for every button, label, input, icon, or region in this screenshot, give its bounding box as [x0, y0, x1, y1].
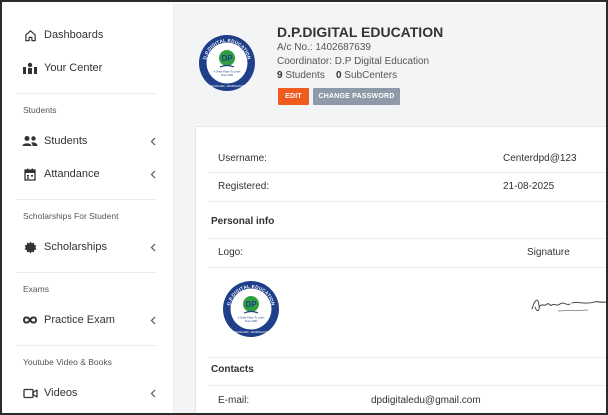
subcenters-count: 0: [335, 70, 342, 81]
sidebar-item-label: Practice Exam: [44, 314, 115, 326]
signature-image: [528, 291, 606, 319]
chevron-left-icon: [148, 136, 158, 146]
account-number: A/c No.: 1402687639: [277, 42, 371, 53]
infinity-icon: [22, 312, 38, 328]
username-value: Centerdpd@123: [503, 153, 577, 164]
section-title-exams: Exams: [23, 284, 49, 294]
divider: [208, 201, 606, 202]
subcenters-count-label: SubCenters: [344, 70, 398, 81]
main-content: D.P.DIGITAL EDUCATION DP A Great Place T…: [174, 4, 606, 413]
home-icon: [22, 27, 38, 43]
divider: [208, 385, 606, 386]
email-value: dpdigitaledu@gmail.com: [371, 395, 481, 406]
divider: [208, 238, 606, 239]
chevron-left-icon: [148, 315, 158, 325]
sidebar-item-dashboards[interactable]: Dashboards: [4, 20, 174, 50]
username-label: Username:: [218, 153, 267, 164]
divider: [16, 345, 156, 346]
users-icon: [22, 133, 38, 149]
sidebar-item-practice-exam[interactable]: Practice Exam: [4, 305, 174, 335]
section-title-youtube: Youtube Video & Books: [23, 357, 112, 367]
svg-text:Since 2005: Since 2005: [245, 320, 258, 323]
sidebar-item-label: Students: [44, 135, 88, 147]
divider: [16, 272, 156, 273]
sidebar-item-your-center[interactable]: Your Center: [4, 53, 174, 83]
counts-line: 9 Students 0 SubCenters: [277, 70, 397, 81]
section-title-students: Students: [23, 105, 57, 115]
center-logo: D.P.DIGITAL EDUCATION DP A Great Place T…: [198, 34, 256, 92]
divider: [208, 357, 606, 358]
contacts-heading: Contacts: [211, 364, 254, 375]
sidebar-item-attendance[interactable]: Attandance: [4, 159, 174, 189]
registered-label: Registered:: [218, 181, 270, 192]
svg-text:Since 2005: Since 2005: [221, 74, 234, 77]
sidebar-item-label: Videos: [44, 387, 78, 399]
personal-info-heading: Personal info: [211, 216, 275, 227]
divider: [16, 199, 156, 200]
profile-details-card: Username: Centerdpd@123 Registered: 21-0…: [195, 126, 606, 413]
logo-label: Logo:: [218, 247, 244, 258]
certificate-badge-icon: [22, 239, 38, 255]
svg-text:DEOGHAR, JHARKHAND: DEOGHAR, JHARKHAND: [209, 84, 245, 88]
center-logo-image: D.P.DIGITAL EDUCATION DP A Great Place T…: [222, 280, 280, 338]
sidebar: Dashboards Your Center Students Students…: [4, 4, 174, 413]
sidebar-item-scholarships[interactable]: Scholarships: [4, 232, 174, 262]
divider: [16, 93, 156, 94]
students-count-label: Students: [285, 70, 325, 81]
sidebar-item-videos[interactable]: Videos: [4, 378, 174, 408]
svg-text:DEOGHAR, JHARKHAND: DEOGHAR, JHARKHAND: [233, 330, 269, 334]
svg-text:A Great Place To Learn: A Great Place To Learn: [214, 70, 241, 74]
center-title: D.P.DIGITAL EDUCATION: [277, 24, 444, 40]
video-camera-icon: [22, 385, 38, 401]
divider: [208, 267, 606, 268]
signature-label: Signature: [527, 247, 570, 258]
calendar-icon: [22, 166, 38, 182]
chevron-left-icon: [148, 388, 158, 398]
edit-button[interactable]: EDIT: [278, 88, 309, 105]
svg-text:DP: DP: [245, 300, 257, 309]
coordinator: Coordinator: D.P Digital Education: [277, 56, 430, 67]
sidebar-item-label: Dashboards: [44, 29, 104, 41]
app-window: Dashboards Your Center Students Students…: [0, 0, 608, 415]
chevron-left-icon: [148, 242, 158, 252]
section-title-scholarships: Scholarships For Student: [23, 211, 119, 221]
email-label: E-mail:: [218, 395, 250, 406]
registered-value: 21-08-2025: [503, 181, 555, 192]
svg-text:DP: DP: [221, 54, 233, 63]
sidebar-item-label: Scholarships: [44, 241, 107, 253]
sidebar-item-students[interactable]: Students: [4, 126, 174, 156]
divider: [208, 172, 606, 173]
center-people-icon: [22, 60, 38, 76]
chevron-left-icon: [148, 169, 158, 179]
sidebar-item-label: Your Center: [44, 62, 103, 74]
change-password-button[interactable]: CHANGE PASSWORD: [313, 88, 400, 105]
students-count: 9: [277, 70, 283, 81]
sidebar-item-label: Attandance: [44, 168, 100, 180]
svg-text:A Great Place To Learn: A Great Place To Learn: [238, 316, 265, 320]
